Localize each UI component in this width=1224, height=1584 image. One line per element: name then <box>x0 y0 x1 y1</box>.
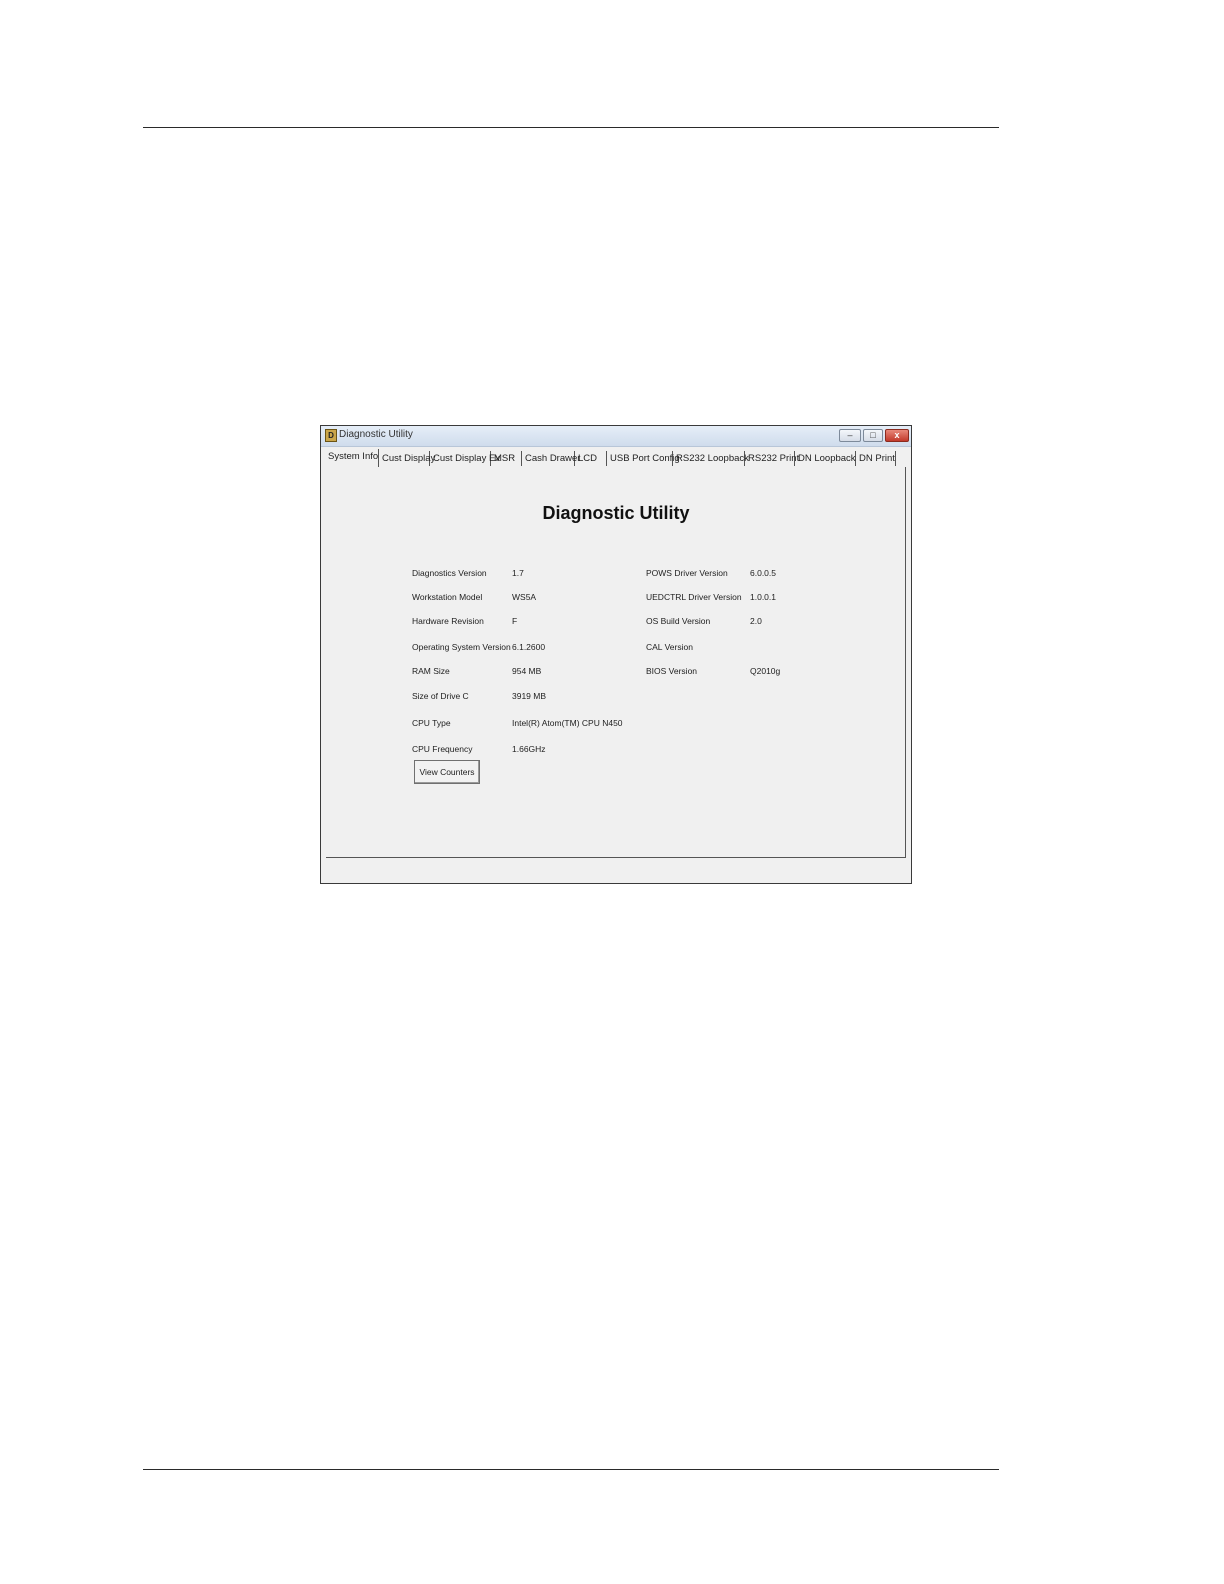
hardware-revision-label: Hardware Revision <box>412 616 484 626</box>
cpu-type-label: CPU Type <box>412 718 451 728</box>
uedctrl-driver-version-label: UEDCTRL Driver Version <box>646 592 742 602</box>
diagnostics-version-value: 1.7 <box>512 568 524 578</box>
system-info-panel: Diagnostic Utility Diagnostics Version 1… <box>326 467 906 858</box>
tab-strip: System Info Cust Display Cust Display Ex… <box>326 449 911 469</box>
tab-dn-loopback[interactable]: DN Loopback <box>796 451 856 466</box>
drive-c-size-label: Size of Drive C <box>412 691 469 701</box>
page-top-rule <box>143 127 999 128</box>
os-version-value: 6.1.2600 <box>512 642 546 652</box>
view-counters-button[interactable]: View Counters <box>414 760 480 784</box>
tab-cust-display-ex[interactable]: Cust Display Ex <box>431 451 500 466</box>
tab-dn-print[interactable]: DN Print <box>857 451 896 466</box>
tab-system-info[interactable]: System Info <box>326 449 379 467</box>
maximize-button[interactable]: □ <box>863 429 883 442</box>
os-build-version-value: 2.0 <box>750 616 762 626</box>
bios-version-label: BIOS Version <box>646 666 698 676</box>
tab-cust-display[interactable]: Cust Display <box>380 451 435 466</box>
bios-version-value: Q2010g <box>750 666 781 676</box>
pows-driver-version-label: POWS Driver Version <box>646 568 728 578</box>
uedctrl-driver-version-value: 1.0.0.1 <box>750 592 776 602</box>
minimize-button[interactable]: – <box>839 429 861 442</box>
page-bottom-rule <box>143 1469 999 1470</box>
ram-size-value: 954 MB <box>512 666 542 676</box>
app-icon: D <box>325 429 337 442</box>
pows-driver-version-value: 6.0.0.5 <box>750 568 776 578</box>
tab-msr[interactable]: MSR <box>492 451 522 466</box>
cpu-frequency-value: 1.66GHz <box>512 744 546 754</box>
panel-heading: Diagnostic Utility <box>542 503 690 523</box>
cpu-frequency-label: CPU Frequency <box>412 744 473 754</box>
tab-lcd[interactable]: LCD <box>576 451 607 466</box>
diagnostic-utility-window: D Diagnostic Utility – □ x System Info C… <box>320 425 912 884</box>
tab-cash-drawer[interactable]: Cash Drawer <box>523 451 580 466</box>
tab-rs232-loopback[interactable]: RS232 Loopback <box>674 451 749 466</box>
workstation-model-value: WS5A <box>512 592 537 602</box>
os-build-version-label: OS Build Version <box>646 616 711 626</box>
hardware-revision-value: F <box>512 616 518 626</box>
diagnostics-version-label: Diagnostics Version <box>412 568 487 578</box>
window-title: Diagnostic Utility <box>339 429 413 440</box>
drive-c-size-value: 3919 MB <box>512 691 547 701</box>
tab-usb-port-config[interactable]: USB Port Config <box>608 451 680 466</box>
cal-version-label: CAL Version <box>646 642 693 652</box>
cpu-type-value: Intel(R) Atom(TM) CPU N450 <box>512 718 623 728</box>
os-version-label: Operating System Version <box>412 642 511 652</box>
title-bar[interactable]: D Diagnostic Utility – □ x <box>321 426 911 447</box>
ram-size-label: RAM Size <box>412 666 450 676</box>
close-button[interactable]: x <box>885 429 909 442</box>
workstation-model-label: Workstation Model <box>412 592 483 602</box>
tab-rs232-print[interactable]: RS232 Print <box>746 451 799 466</box>
